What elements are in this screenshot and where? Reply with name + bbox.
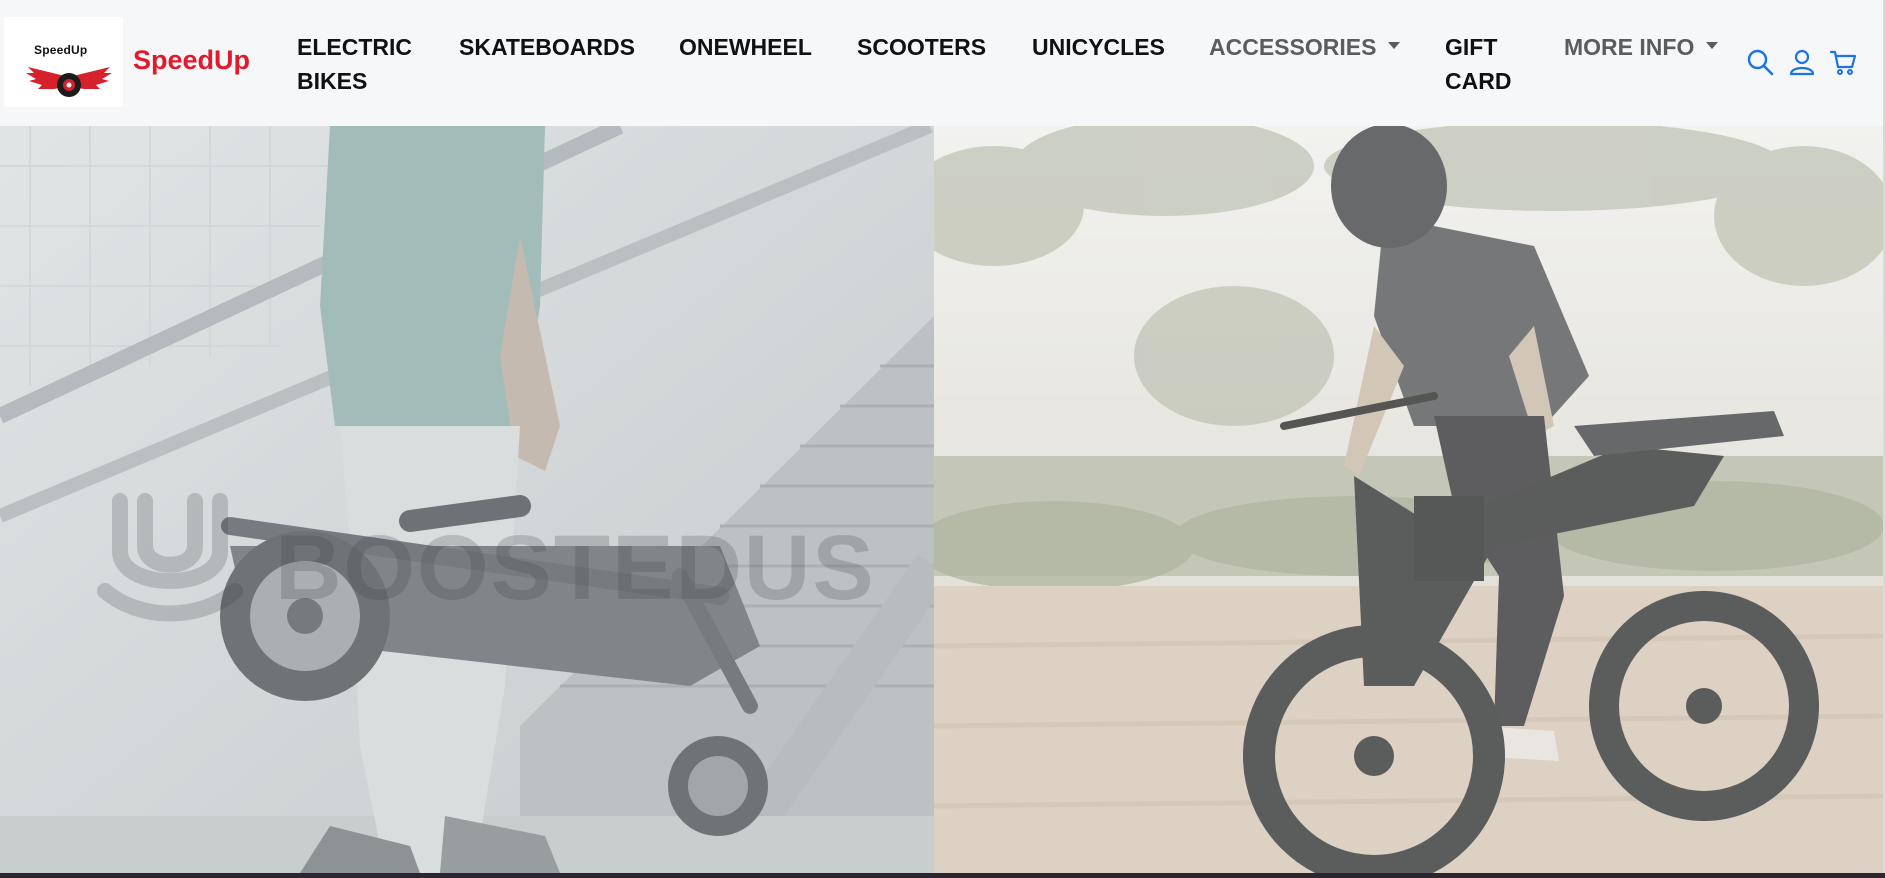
nav-gift-card-line2: CARD — [1445, 68, 1512, 94]
nav-onewheel[interactable]: ONEWHEEL — [679, 30, 812, 64]
logo-text: SpeedUp — [34, 43, 88, 57]
nav-accessories-label: ACCESSORIES — [1209, 34, 1377, 60]
watermark-logo: BOOSTEDUS — [90, 481, 874, 631]
account-button[interactable] — [1788, 48, 1816, 76]
nav-gift-card[interactable]: GIFT CARD — [1445, 30, 1511, 98]
chevron-down-icon — [1706, 42, 1719, 50]
user-icon — [1789, 49, 1815, 76]
taskbar-edge — [0, 873, 1885, 878]
nav-electric-bikes-line2: BIKES — [297, 68, 368, 94]
nav-accessories-dropdown[interactable]: ACCESSORIES — [1209, 30, 1401, 64]
hero-right-image[interactable] — [934, 126, 1883, 873]
image-overlay — [934, 126, 1883, 873]
hero-left-image[interactable]: BOOSTEDUS — [0, 126, 934, 873]
cart-button[interactable] — [1829, 48, 1857, 76]
brand-name[interactable]: SpeedUp — [133, 45, 250, 76]
watermark-icon — [97, 493, 243, 622]
nav-scooters[interactable]: SCOOTERS — [857, 30, 986, 64]
chevron-down-icon — [1388, 42, 1401, 50]
watermark-text: BOOSTEDUS — [275, 517, 876, 619]
nav-more-info-dropdown[interactable]: MORE INFO — [1564, 30, 1719, 64]
logo-wings-icon — [26, 67, 112, 97]
search-button[interactable] — [1746, 48, 1774, 76]
nav-gift-card-line1: GIFT — [1445, 34, 1498, 60]
navbar: SpeedUp SpeedUp ELECTRIC BIKES SKATEBOAR… — [0, 0, 1883, 126]
nav-electric-bikes[interactable]: ELECTRIC BIKES — [297, 30, 412, 98]
cart-icon — [1829, 50, 1857, 75]
page: SpeedUp SpeedUp ELECTRIC BIKES SKATEBOAR… — [0, 0, 1883, 873]
search-icon — [1747, 49, 1774, 76]
nav-electric-bikes-line1: ELECTRIC — [297, 34, 412, 60]
nav-more-info-label: MORE INFO — [1564, 34, 1695, 60]
hero-banner: BOOSTEDUS — [0, 126, 1883, 873]
nav-unicycles[interactable]: UNICYCLES — [1032, 30, 1165, 64]
nav-skateboards[interactable]: SKATEBOARDS — [459, 30, 635, 64]
logo[interactable]: SpeedUp — [4, 17, 123, 107]
